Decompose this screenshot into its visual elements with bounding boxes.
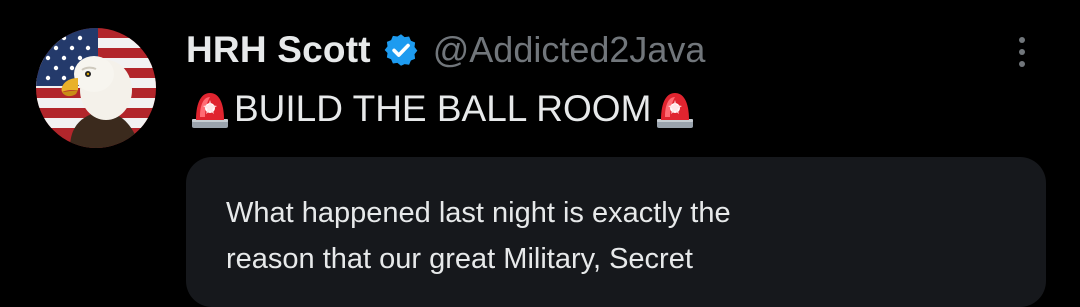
verified-badge-icon [384, 34, 418, 66]
post: HRH Scott @Addicted2Java BUILD THE BALL … [0, 0, 1080, 307]
quoted-post-text-line: reason that our great Military, Secret [226, 243, 693, 275]
vertical-ellipsis-icon [1019, 37, 1025, 43]
police-car-light-icon [657, 93, 694, 128]
quoted-post-text-line: What happened last night is exactly the [226, 197, 731, 229]
more-options-button[interactable] [1002, 30, 1042, 74]
author-avatar[interactable] [36, 28, 156, 148]
post-header: HRH Scott @Addicted2Java [186, 26, 705, 74]
post-text-content: BUILD THE BALL ROOM [234, 88, 652, 129]
police-car-light-icon [192, 93, 228, 128]
author-handle[interactable]: @Addicted2Java [433, 29, 706, 71]
post-text: BUILD THE BALL ROOM [186, 84, 699, 134]
author-display-name[interactable]: HRH Scott [186, 29, 371, 71]
bald-eagle-avatar-icon [36, 28, 156, 148]
quoted-post-card[interactable]: What happened last night is exactly the … [186, 157, 1046, 307]
vertical-ellipsis-icon [1019, 61, 1025, 67]
vertical-ellipsis-icon [1019, 49, 1025, 55]
